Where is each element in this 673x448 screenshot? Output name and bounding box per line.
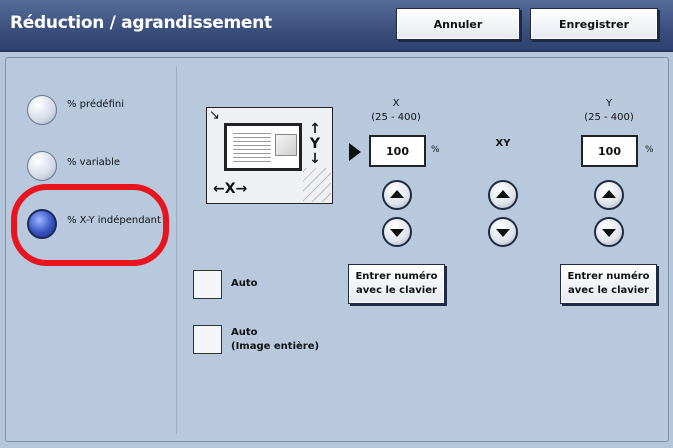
radio-label-variable: % variable: [67, 157, 121, 168]
save-button[interactable]: Enregistrer: [530, 8, 658, 40]
xy-heading: XY: [495, 138, 511, 149]
auto-checkbox-label: Auto: [231, 278, 258, 289]
y-unit-label: %: [645, 145, 654, 155]
page-title: Réduction / agrandissement: [10, 13, 272, 33]
cancel-button[interactable]: Annuler: [396, 8, 520, 40]
document-icon: [224, 123, 302, 171]
arrow-down-icon: [602, 229, 616, 237]
auto-full-image-label: Auto (Image entière): [231, 326, 319, 354]
y-axis-heading: Y: [605, 98, 613, 109]
image-placeholder-icon: [275, 134, 297, 156]
x-increase-button[interactable]: [382, 180, 412, 210]
corner-arrow-icon: ↘: [209, 108, 220, 123]
x-range-label: (25 - 400): [371, 112, 421, 123]
y-axis-letter: Y: [309, 136, 321, 152]
screen: Réduction / agrandissement Annuler Enreg…: [0, 0, 673, 448]
y-decrease-button[interactable]: [594, 217, 624, 247]
y-range-label: (25 - 400): [584, 112, 634, 123]
y-axis-marker: ↑ Y ↓: [309, 121, 321, 167]
x-axis-marker: ←X→: [213, 181, 248, 197]
arrow-down-icon: [390, 229, 404, 237]
auto-full-image-label-line2: (Image entière): [231, 341, 320, 352]
arrow-up-icon: [602, 190, 616, 198]
xy-increase-button[interactable]: [488, 180, 518, 210]
xy-decrease-button[interactable]: [488, 217, 518, 247]
y-keypad-button[interactable]: Entrer numéro avec le clavier: [560, 264, 657, 304]
y-increase-button[interactable]: [594, 180, 624, 210]
x-decrease-button[interactable]: [382, 217, 412, 247]
active-field-pointer-icon: [349, 143, 361, 161]
arrow-up-icon: [496, 190, 510, 198]
auto-checkbox[interactable]: [193, 270, 222, 299]
x-unit-label: %: [431, 145, 440, 155]
selection-highlight-ring: [11, 184, 169, 266]
scaling-diagram: ↘ ↑ Y ↓ ←X→: [206, 107, 333, 204]
radio-label-preset: % prédéfini: [67, 99, 124, 110]
radio-variable-percent[interactable]: [27, 151, 57, 181]
arrow-down-icon: [496, 229, 510, 237]
x-percent-field[interactable]: 100: [369, 135, 426, 167]
text-lines-icon: [233, 133, 271, 165]
panel-divider: [176, 66, 177, 434]
y-percent-field[interactable]: 100: [581, 135, 638, 167]
radio-preset-percent[interactable]: [27, 95, 57, 125]
auto-full-image-label-line1: Auto: [231, 327, 258, 338]
auto-full-image-checkbox[interactable]: [193, 325, 222, 354]
arrow-up-icon: [390, 190, 404, 198]
x-axis-heading: X: [392, 98, 400, 109]
hatch-pattern: [303, 168, 331, 202]
x-keypad-button[interactable]: Entrer numéro avec le clavier: [348, 264, 445, 304]
